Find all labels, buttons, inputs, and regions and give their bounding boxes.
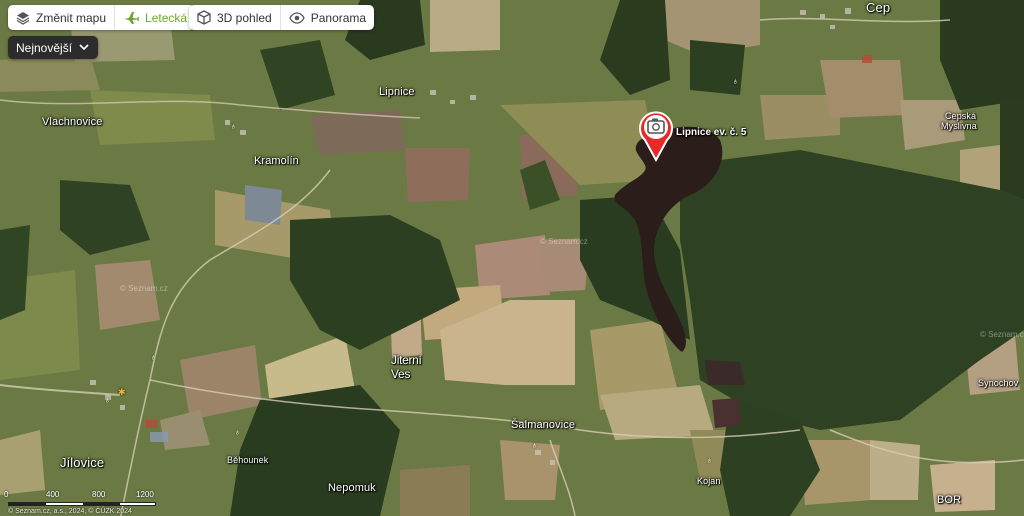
sort-filter-label: Nejnovější bbox=[16, 40, 73, 55]
place-label-kramolin[interactable]: Kramolín bbox=[254, 155, 299, 167]
place-label-vlachnovice[interactable]: Vlachnovice bbox=[42, 116, 102, 128]
place-label-jiterni[interactable]: Jiterní bbox=[391, 353, 422, 367]
place-label-lipnice[interactable]: Lipnice bbox=[379, 86, 415, 98]
3d-view-label: 3D pohled bbox=[217, 10, 272, 25]
scale-tick: 800 bbox=[92, 490, 106, 499]
poi-marker-icon[interactable]: ♁ bbox=[531, 440, 538, 450]
scale-tick: 400 bbox=[46, 490, 60, 499]
place-label-bor[interactable]: BOR bbox=[937, 494, 961, 506]
photo-pin-label[interactable]: Lipnice ev. č. 5 bbox=[676, 127, 746, 138]
panorama-label: Panorama bbox=[310, 10, 367, 25]
poi-marker-icon[interactable]: ♁ bbox=[706, 455, 713, 465]
change-map-button[interactable]: Změnit mapu bbox=[8, 5, 114, 30]
view-mode-toolbar: 3D pohled Panorama bbox=[189, 5, 375, 30]
change-map-label: Změnit mapu bbox=[36, 10, 107, 25]
layers-icon bbox=[16, 11, 30, 25]
cube-icon bbox=[197, 10, 211, 25]
place-label-jilovice[interactable]: Jílovice bbox=[60, 455, 104, 470]
poi-marker-icon[interactable]: ♁ bbox=[150, 352, 157, 362]
aerial-map-label: Letecká bbox=[145, 10, 188, 25]
airplane-icon bbox=[124, 11, 140, 24]
place-label-cepska[interactable]: Cepská bbox=[945, 111, 976, 121]
3d-view-button[interactable]: 3D pohled bbox=[189, 5, 280, 30]
chevron-down-icon bbox=[79, 44, 89, 51]
poi-star-icon[interactable]: ✱ bbox=[118, 387, 126, 398]
copyright-text[interactable]: © Seznam.cz, a.s., 2024, © ČÚZK 2024 bbox=[8, 508, 132, 515]
place-label-salmanovice[interactable]: Šalmanovice bbox=[511, 419, 575, 431]
poi-marker-icon[interactable]: ♁ bbox=[230, 121, 237, 131]
map-canvas[interactable]: Cep Lipnice Vlachnovice Kramolín Cepská … bbox=[0, 0, 1024, 516]
photo-location-pin[interactable] bbox=[638, 108, 674, 163]
place-label-cep[interactable]: Cep bbox=[866, 0, 890, 15]
eye-icon bbox=[288, 11, 305, 24]
scale-bar-graphic bbox=[8, 502, 156, 506]
aerial-imagery bbox=[0, 0, 1024, 516]
map-watermark: © Seznam.cz bbox=[540, 237, 588, 246]
poi-marker-icon[interactable]: ♁ bbox=[234, 427, 241, 437]
map-watermark: © Seznam.cz bbox=[120, 284, 168, 293]
panorama-button[interactable]: Panorama bbox=[279, 5, 374, 30]
poi-marker-icon[interactable]: ♁ bbox=[732, 76, 739, 86]
place-label-kojan[interactable]: Kojan bbox=[697, 476, 721, 486]
place-label-ves[interactable]: Ves bbox=[391, 367, 410, 381]
map-type-toolbar: Změnit mapu Letecká bbox=[8, 5, 196, 30]
place-label-nepomuk[interactable]: Nepomuk bbox=[328, 482, 376, 494]
aerial-map-button[interactable]: Letecká bbox=[114, 5, 195, 30]
map-watermark: © Seznam.cz bbox=[980, 330, 1024, 339]
place-label-myslivna[interactable]: Myslivna bbox=[941, 121, 977, 131]
place-label-synochov[interactable]: Synochov bbox=[978, 378, 1018, 388]
sort-filter-dropdown[interactable]: Nejnovější bbox=[8, 36, 99, 59]
poi-marker-icon[interactable]: ♁ bbox=[104, 395, 111, 405]
scale-tick: 0 bbox=[4, 490, 9, 499]
place-label-behounek[interactable]: Běhounek bbox=[227, 455, 268, 465]
scale-tick: 1200 bbox=[136, 490, 154, 499]
